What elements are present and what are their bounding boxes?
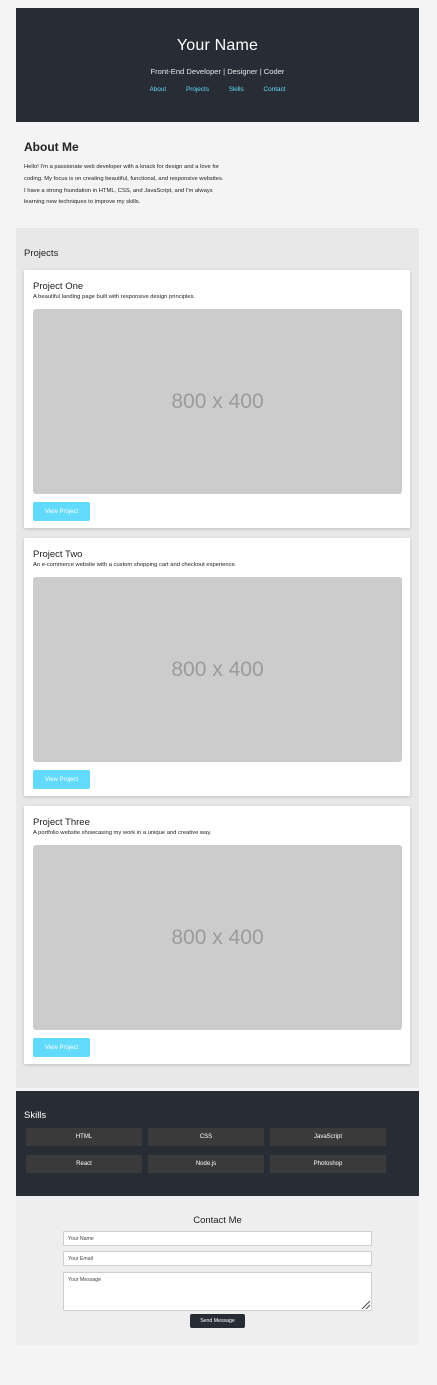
skills-section: Skills HTML CSS JavaScript React Node.js…	[16, 1091, 419, 1196]
skill-chip-photoshop: Photoshop	[270, 1155, 386, 1173]
project-image-placeholder: 800 x 400	[33, 309, 402, 494]
skill-chip-react: React	[26, 1155, 142, 1173]
projects-section: Projects Project One A beautiful landing…	[16, 228, 419, 1088]
project-card-two: Project Two An e-commerce website with a…	[24, 538, 410, 796]
nav-contact[interactable]: Contact	[264, 86, 286, 93]
project-description: A beautiful landing page built with resp…	[33, 294, 196, 300]
about-title: About Me	[24, 140, 79, 154]
project-image-placeholder: 800 x 400	[33, 577, 402, 762]
about-text: Hello! I'm a passionate web developer wi…	[24, 162, 294, 209]
skill-chip-css: CSS	[148, 1128, 264, 1146]
project-title: Project Three	[33, 817, 90, 828]
view-project-button[interactable]: View Project	[33, 502, 90, 521]
main-nav: About Projects Skills Contact	[16, 86, 419, 93]
nav-about[interactable]: About	[149, 86, 166, 93]
project-image-placeholder: 800 x 400	[33, 845, 402, 1030]
project-description: A portfolio website showcasing my work i…	[33, 830, 212, 836]
project-title: Project Two	[33, 549, 83, 560]
about-line: coding. My focus is on creating beautifu…	[24, 175, 224, 182]
email-input[interactable]	[63, 1251, 372, 1266]
about-line: learning new techniques to improve my sk…	[24, 199, 141, 206]
name-input[interactable]	[63, 1231, 372, 1246]
contact-title: Contact Me	[193, 1215, 242, 1226]
skill-chip-javascript: JavaScript	[270, 1128, 386, 1146]
about-line: Hello! I'm a passionate web developer wi…	[24, 164, 220, 170]
projects-title: Projects	[24, 248, 59, 259]
view-project-button[interactable]: View Project	[33, 1038, 90, 1057]
nav-skills[interactable]: Skills	[229, 86, 244, 93]
message-textarea[interactable]	[63, 1272, 372, 1311]
resize-handle-icon[interactable]	[362, 1301, 370, 1309]
portfolio-page: Your Name Front-End Developer | Designer…	[0, 0, 437, 1385]
project-description: An e-commerce website with a custom shop…	[33, 562, 237, 568]
skill-chip-html: HTML	[26, 1128, 142, 1146]
send-message-button[interactable]: Send Message	[190, 1314, 245, 1328]
project-card-three: Project Three A portfolio website showca…	[24, 806, 410, 1064]
skills-title: Skills	[24, 1110, 47, 1121]
skill-chip-nodejs: Node.js	[148, 1155, 264, 1173]
about-section: About Me Hello! I'm a passionate web dev…	[24, 140, 294, 209]
hero-header: Your Name Front-End Developer | Designer…	[16, 8, 419, 122]
project-title: Project One	[33, 281, 84, 292]
nav-projects[interactable]: Projects	[186, 86, 209, 93]
contact-section: Contact Me Send Message	[16, 1196, 419, 1345]
site-name: Your Name	[176, 37, 259, 54]
project-card-one: Project One A beautiful landing page bui…	[24, 270, 410, 528]
tagline: Front-End Developer | Designer | Coder	[150, 67, 285, 76]
about-line: I have a strong foundation in HTML, CSS,…	[24, 187, 213, 194]
view-project-button[interactable]: View Project	[33, 770, 90, 789]
